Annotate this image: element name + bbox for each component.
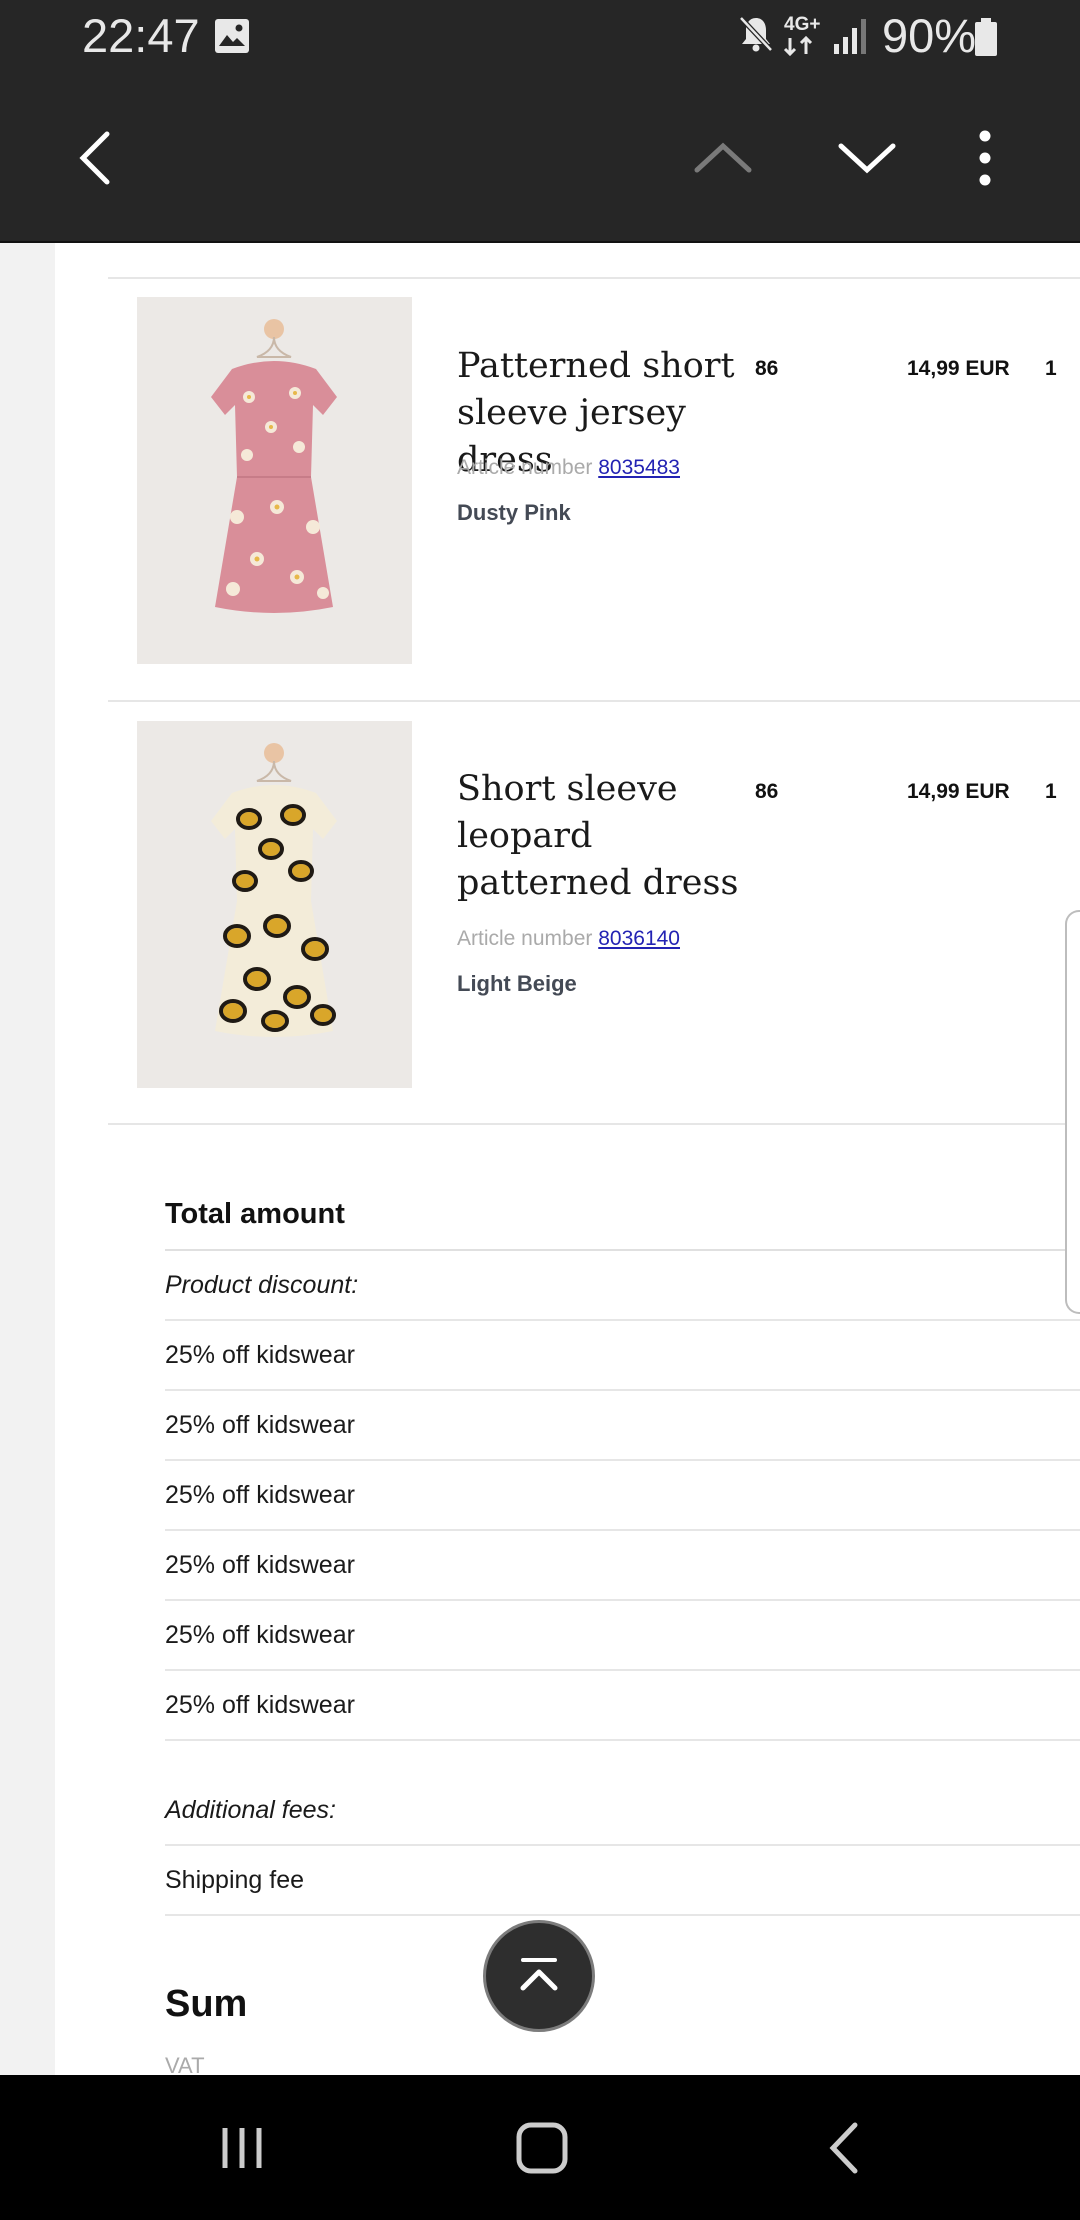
divider xyxy=(108,1123,1080,1125)
status-bar: 22:47 4G+ 90% xyxy=(0,0,1080,75)
product-quantity: 1 xyxy=(1045,780,1057,803)
total-amount-title: Total amount xyxy=(165,1198,345,1230)
product-color: Dusty Pink xyxy=(457,500,571,525)
recent-apps-icon xyxy=(222,2127,262,2168)
sum-label: Sum xyxy=(165,1983,248,2025)
shipping-fee-row: Shipping fee xyxy=(165,1846,1080,1916)
vat-label: VAT xyxy=(165,2053,205,2075)
product-name[interactable]: Short sleeve leopard patterned dress xyxy=(457,766,767,907)
battery-percent: 90% xyxy=(882,9,977,62)
next-match-button[interactable] xyxy=(812,75,922,241)
product-quantity: 1 xyxy=(1045,357,1057,380)
product-color: Light Beige xyxy=(457,971,577,996)
discount-row: 25% off kidswear xyxy=(165,1601,1080,1671)
battery-icon xyxy=(975,18,997,56)
network-type: 4G+ xyxy=(784,14,821,35)
recent-apps-button[interactable] xyxy=(172,2075,312,2220)
product-size: 86 xyxy=(755,357,779,380)
product-image[interactable] xyxy=(137,297,412,664)
article-number-line: Article number 8035483 xyxy=(457,456,680,480)
scroll-top-icon xyxy=(520,1958,558,1991)
home-button[interactable] xyxy=(472,2075,612,2220)
divider xyxy=(108,700,1080,702)
discount-row: 25% off kidswear xyxy=(165,1391,1080,1461)
system-back-button[interactable] xyxy=(775,2075,915,2220)
data-arrows-icon xyxy=(783,36,813,56)
system-navigation-bar xyxy=(0,2075,1080,2220)
scroll-handle[interactable] xyxy=(1065,910,1080,1314)
article-label: Article number xyxy=(457,456,593,479)
article-label: Article number xyxy=(457,927,593,950)
discount-row: 25% off kidswear xyxy=(165,1531,1080,1601)
product-size: 86 xyxy=(755,780,779,803)
discount-row: 25% off kidswear xyxy=(165,1671,1080,1741)
chevron-up-icon xyxy=(694,142,752,173)
image-icon xyxy=(215,19,249,53)
chevron-down-icon xyxy=(838,143,896,174)
pink-dress-image xyxy=(137,297,412,664)
scroll-to-top-button[interactable] xyxy=(483,1920,595,2032)
more-vert-icon xyxy=(979,130,991,186)
back-arrow-icon xyxy=(79,131,110,185)
discount-heading: Product discount: xyxy=(165,1251,1080,1321)
product-price: 14,99 EUR xyxy=(907,780,1010,803)
product-image[interactable] xyxy=(137,721,412,1088)
discount-row: 25% off kidswear xyxy=(165,1321,1080,1391)
article-number-link[interactable]: 8035483 xyxy=(598,456,680,479)
discount-row: 25% off kidswear xyxy=(165,1461,1080,1531)
fees-heading: Additional fees: xyxy=(165,1776,1080,1846)
back-button[interactable] xyxy=(40,75,150,241)
signal-icon xyxy=(834,19,866,54)
system-back-icon xyxy=(829,2122,858,2173)
status-time: 22:47 xyxy=(82,9,200,62)
more-options-button[interactable] xyxy=(930,75,1040,241)
browser-toolbar xyxy=(0,75,1080,243)
divider xyxy=(108,277,1080,279)
article-number-link[interactable]: 8036140 xyxy=(598,927,680,950)
mute-icon xyxy=(739,16,773,52)
article-number-line: Article number 8036140 xyxy=(457,927,680,951)
leopard-dress-image xyxy=(137,721,412,1088)
home-icon xyxy=(516,2122,568,2173)
email-content: Patterned short sleeve jersey dress Arti… xyxy=(55,243,1080,2075)
product-price: 14,99 EUR xyxy=(907,357,1010,380)
previous-match-button[interactable] xyxy=(668,75,778,241)
